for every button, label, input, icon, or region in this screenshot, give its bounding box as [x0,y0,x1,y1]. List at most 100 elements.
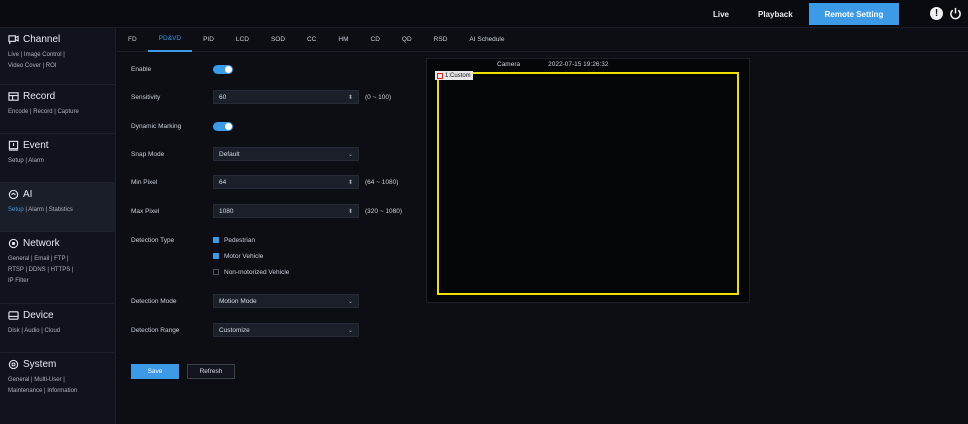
snap-mode-select[interactable]: Default ⌄ [213,147,359,161]
info-icon[interactable]: ! [930,7,943,20]
detection-mode-select[interactable]: Motion Mode ⌄ [213,294,359,308]
max-pixel-label: Max Pixel [131,207,160,215]
min-pixel-input[interactable]: 64 ⬍ [213,175,359,189]
tab-rsd[interactable]: RSD [423,28,459,52]
sidebar-section-ai[interactable]: AI Setup | Alarm | Statistics [0,183,115,232]
min-pixel-value: 64 [219,178,227,186]
playback-tab[interactable]: Playback [758,10,793,19]
enable-toggle[interactable] [213,64,233,74]
detection-type-label: Detection Type [131,236,175,244]
camera-preview[interactable]: Camera 2022-07-15 19:26:32 1:Custom [426,58,750,303]
system-links-1[interactable]: General | Multi-User | [8,375,109,386]
detection-mode-label: Detection Mode [131,297,177,305]
non-motorized-vehicle-label: Non-motorized Vehicle [224,268,290,276]
sidebar-title-device: Device [23,310,54,321]
sidebar-title-channel: Channel [23,34,61,45]
max-pixel-spinner-icon[interactable]: ⬍ [348,208,353,215]
record-icon [8,92,19,101]
sidebar-section-network[interactable]: Network General | Email | FTP | RTSP | D… [0,232,115,304]
sidebar-title-ai: AI [23,189,33,200]
tab-cc[interactable]: CC [296,28,327,52]
network-links-2[interactable]: RTSP | DDNS | HTTPS | [8,265,109,276]
save-button[interactable]: Save [131,364,179,379]
sidebar-section-channel[interactable]: Channel Live | Image Control | Video Cov… [0,28,115,85]
dynamic-marking-label: Dynamic Marking [131,122,182,130]
tab-lcd[interactable]: LCD [225,28,260,52]
max-pixel-input[interactable]: 1080 ⬍ [213,204,359,218]
sensitivity-label: Sensitivity [131,93,161,101]
tab-qd[interactable]: QD [391,28,423,52]
tab-cd[interactable]: CD [360,28,391,52]
tab-pid[interactable]: PID [192,28,225,52]
event-links[interactable]: Setup | Alarm [8,156,109,167]
system-icon [8,359,19,370]
sidebar-title-system: System [23,359,57,370]
checkbox-checked-icon [213,253,219,259]
snap-mode-value: Default [219,150,240,158]
sidebar-section-device[interactable]: Device Disk | Audio | Cloud [0,304,115,353]
network-links-1[interactable]: General | Email | FTP | [8,254,109,265]
power-icon[interactable] [949,7,962,20]
zone-tag: 1:Custom [435,71,473,80]
record-links[interactable]: Encode | Record | Capture [8,107,109,118]
pedestrian-checkbox[interactable]: Pedestrian [213,237,255,244]
channel-icon [8,35,19,45]
channel-links-2[interactable]: Video Cover | ROI [8,61,109,72]
sidebar-title-network: Network [23,238,60,249]
detection-zone[interactable] [437,72,739,295]
system-links-2[interactable]: Maintenance | Information [8,386,109,397]
tab-sod[interactable]: SOD [260,28,296,52]
detection-range-select[interactable]: Customize ⌄ [213,323,359,337]
max-pixel-range: (320 ~ 1080) [365,207,403,215]
chevron-down-icon: ⌄ [347,151,353,158]
video-timestamp: 2022-07-15 19:26:32 [548,61,609,68]
sensitivity-value: 60 [219,93,227,101]
detection-range-value: Customize [219,326,250,334]
tab-fd[interactable]: FD [117,28,148,52]
channel-links-1[interactable]: Live | Image Control | [8,50,109,61]
sidebar-section-system[interactable]: System General | Multi-User | Maintenanc… [0,353,115,423]
detection-mode-value: Motion Mode [219,297,257,305]
chevron-down-icon: ⌄ [347,298,353,305]
ai-function-tabs: FD PD&VD PID LCD SOD CC HM CD QD RSD AI … [117,28,968,52]
tab-pdvd[interactable]: PD&VD [147,28,193,52]
top-bar: Live Playback Remote Setting ! [0,0,968,28]
motor-vehicle-label: Motor Vehicle [224,252,264,260]
ai-links-rest[interactable]: | Alarm | Statistics [24,207,72,213]
pedestrian-label: Pedestrian [224,236,256,244]
live-tab[interactable]: Live [713,10,729,19]
refresh-button[interactable]: Refresh [187,364,235,379]
checkbox-checked-icon [213,237,219,243]
device-links[interactable]: Disk | Audio | Cloud [8,326,109,337]
device-icon [8,311,19,320]
zone-tag-label: 1:Custom [445,72,471,79]
camera-label: Camera [497,61,521,68]
sensitivity-input[interactable]: 60 ⬍ [213,90,359,104]
sidebar-section-record[interactable]: Record Encode | Record | Capture [0,85,115,134]
snap-mode-label: Snap Mode [131,150,165,158]
min-pixel-label: Min Pixel [131,178,158,186]
remote-setting-tab[interactable]: Remote Setting [809,3,899,25]
sidebar-section-event[interactable]: Event Setup | Alarm [0,134,115,183]
non-motorized-vehicle-checkbox[interactable]: Non-motorized Vehicle [213,269,289,276]
dynamic-marking-toggle[interactable] [213,121,233,131]
ai-link-setup[interactable]: Setup [8,207,24,213]
tab-hm[interactable]: HM [327,28,359,52]
min-pixel-spinner-icon[interactable]: ⬍ [348,179,353,186]
motor-vehicle-checkbox[interactable]: Motor Vehicle [213,253,263,260]
sidebar-title-event: Event [23,140,49,151]
sidebar-title-record: Record [23,91,56,102]
ai-icon [8,189,19,200]
chevron-down-icon: ⌄ [347,327,353,334]
sensitivity-spinner-icon[interactable]: ⬍ [348,94,353,101]
sensitivity-range: (0 ~ 100) [365,93,392,101]
detection-range-label: Detection Range [131,326,180,334]
checkbox-unchecked-icon [213,269,219,275]
zone-handle-icon[interactable] [437,72,443,79]
min-pixel-range: (64 ~ 1080) [365,178,399,186]
network-icon [8,238,19,249]
tab-ai-schedule[interactable]: AI Schedule [458,28,515,52]
max-pixel-value: 1080 [219,207,234,215]
enable-label: Enable [131,65,152,73]
network-links-3[interactable]: IP Filter [8,276,109,287]
